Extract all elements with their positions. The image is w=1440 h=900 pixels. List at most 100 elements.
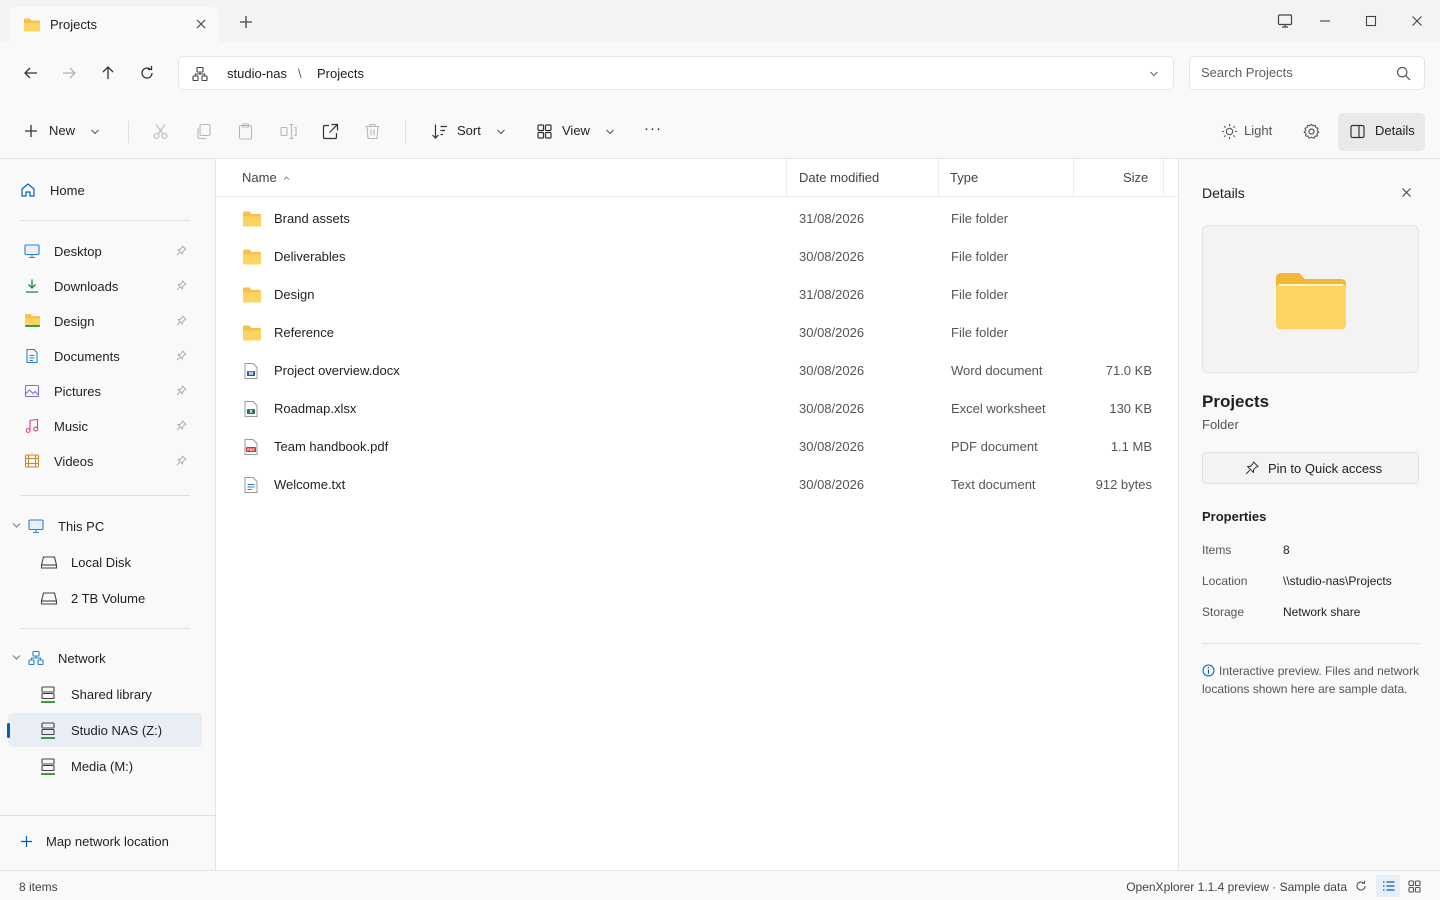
chevron-down-icon[interactable] bbox=[12, 521, 21, 530]
details-view-toggle[interactable] bbox=[1376, 875, 1400, 897]
back-icon[interactable] bbox=[23, 65, 39, 81]
more-options-button[interactable]: ··· bbox=[644, 120, 662, 137]
details-pane-button[interactable]: Details bbox=[1338, 113, 1425, 151]
column-resizer[interactable] bbox=[938, 159, 939, 197]
map-network-location-button[interactable]: Map network location bbox=[8, 824, 202, 858]
sidebar-item-documents[interactable]: Documents bbox=[8, 339, 202, 373]
pin-to-quick-access-button[interactable]: Pin to Quick access bbox=[1202, 452, 1419, 484]
file-row[interactable]: Welcome.txt 30/08/2026 Text document 912… bbox=[226, 466, 1168, 504]
delete-icon[interactable] bbox=[364, 123, 381, 140]
column-resizer[interactable] bbox=[786, 159, 787, 197]
theme-button[interactable]: Light bbox=[1244, 123, 1272, 138]
pin-icon[interactable] bbox=[176, 245, 187, 256]
tab-projects[interactable]: Projects bbox=[9, 7, 219, 42]
column-header-size[interactable]: Size bbox=[1123, 170, 1148, 185]
sidebar-item-2tb-volume[interactable]: 2 TB Volume bbox=[8, 581, 202, 615]
computer-icon bbox=[28, 518, 44, 534]
home-icon bbox=[20, 182, 36, 198]
sidebar-item-downloads[interactable]: Downloads bbox=[8, 269, 202, 303]
up-icon[interactable] bbox=[100, 65, 116, 81]
chevron-down-icon[interactable] bbox=[90, 127, 100, 137]
sidebar-label: This PC bbox=[58, 519, 105, 534]
new-tab-icon[interactable] bbox=[239, 15, 253, 29]
pin-icon[interactable] bbox=[176, 315, 187, 326]
close-icon[interactable] bbox=[1401, 187, 1412, 198]
sidebar-item-media[interactable]: Media (M:) bbox=[8, 749, 202, 783]
view-button[interactable]: View bbox=[562, 123, 590, 138]
sidebar-label: Local Disk bbox=[71, 555, 131, 570]
sort-button[interactable]: Sort bbox=[457, 123, 481, 138]
sidebar-item-network[interactable]: Network bbox=[8, 641, 202, 675]
forward-icon[interactable] bbox=[61, 65, 77, 81]
file-row[interactable]: W Project overview.docx 30/08/2026 Word … bbox=[226, 352, 1168, 390]
file-row[interactable]: Design 31/08/2026 File folder bbox=[226, 276, 1168, 314]
chevron-down-icon[interactable] bbox=[12, 653, 21, 662]
copy-icon[interactable] bbox=[195, 123, 212, 140]
sidebar-item-design[interactable]: Design bbox=[8, 304, 202, 338]
file-row[interactable]: X Roadmap.xlsx 30/08/2026 Excel workshee… bbox=[226, 390, 1168, 428]
close-window-icon[interactable] bbox=[1411, 13, 1423, 29]
view-grid-icon[interactable] bbox=[537, 124, 552, 139]
minimize-icon[interactable] bbox=[1319, 13, 1331, 29]
breadcrumb-projects[interactable]: Projects bbox=[317, 66, 364, 81]
file-row[interactable]: Deliverables 30/08/2026 File folder bbox=[226, 238, 1168, 276]
pin-icon[interactable] bbox=[176, 455, 187, 466]
sidebar-item-videos[interactable]: Videos bbox=[8, 444, 202, 478]
file-row[interactable]: PDF Team handbook.pdf 30/08/2026 PDF doc… bbox=[226, 428, 1168, 466]
documents-icon bbox=[24, 348, 40, 364]
sidebar-item-desktop[interactable]: Desktop bbox=[8, 234, 202, 268]
svg-text:W: W bbox=[249, 371, 254, 377]
sidebar-item-shared-library[interactable]: Shared library bbox=[8, 677, 202, 711]
file-row[interactable]: Reference 30/08/2026 File folder bbox=[226, 314, 1168, 352]
chevron-down-icon[interactable] bbox=[496, 127, 506, 137]
rename-icon[interactable] bbox=[280, 123, 297, 140]
sidebar-item-music[interactable]: Music bbox=[8, 409, 202, 443]
sidebar-label: 2 TB Volume bbox=[71, 591, 146, 606]
file-name: Roadmap.xlsx bbox=[274, 401, 357, 416]
pin-icon[interactable] bbox=[176, 385, 187, 396]
sidebar-item-home[interactable]: Home bbox=[8, 173, 202, 207]
sidebar-item-this-pc[interactable]: This PC bbox=[8, 509, 202, 543]
item-count: 8 items bbox=[19, 880, 58, 894]
sun-icon[interactable] bbox=[1221, 123, 1238, 140]
pin-icon[interactable] bbox=[176, 350, 187, 361]
sidebar-item-local-disk[interactable]: Local Disk bbox=[8, 545, 202, 579]
chevron-down-icon[interactable] bbox=[1149, 69, 1159, 79]
refresh-icon[interactable] bbox=[139, 65, 155, 81]
paste-icon[interactable] bbox=[237, 123, 254, 140]
breadcrumb-studio-nas[interactable]: studio-nas bbox=[227, 66, 287, 81]
tiles-view-icon[interactable] bbox=[1408, 880, 1421, 893]
videos-icon bbox=[24, 453, 40, 469]
file-row[interactable]: Brand assets 31/08/2026 File folder bbox=[226, 200, 1168, 238]
search-icon[interactable] bbox=[1396, 66, 1411, 81]
property-key: Storage bbox=[1202, 605, 1245, 619]
settings-gear-icon[interactable] bbox=[1303, 123, 1320, 140]
sort-icon[interactable] bbox=[431, 123, 448, 140]
pin-icon[interactable] bbox=[176, 280, 187, 291]
sidebar-divider bbox=[20, 220, 190, 221]
search-input[interactable] bbox=[1201, 65, 1391, 80]
close-tab-icon[interactable] bbox=[195, 18, 207, 30]
column-resizer[interactable] bbox=[1073, 159, 1074, 197]
cut-icon[interactable] bbox=[152, 123, 169, 140]
plus-icon[interactable] bbox=[24, 124, 38, 138]
refresh-icon[interactable] bbox=[1355, 880, 1367, 892]
sidebar-label: Studio NAS (Z:) bbox=[71, 723, 163, 738]
column-header-name[interactable]: Name bbox=[242, 170, 277, 185]
column-resizer[interactable] bbox=[1163, 159, 1164, 197]
compact-overlay-icon[interactable] bbox=[1277, 13, 1293, 29]
pin-icon[interactable] bbox=[176, 420, 187, 431]
address-bar[interactable]: studio-nas \ Projects bbox=[178, 56, 1174, 90]
new-button[interactable]: New bbox=[49, 123, 75, 138]
folder-icon bbox=[1275, 272, 1347, 330]
share-icon[interactable] bbox=[322, 123, 339, 140]
sidebar-item-studio-nas[interactable]: Studio NAS (Z:) bbox=[7, 713, 202, 747]
search-box[interactable] bbox=[1189, 56, 1425, 90]
sidebar-item-pictures[interactable]: Pictures bbox=[8, 374, 202, 408]
chevron-down-icon[interactable] bbox=[605, 127, 615, 137]
column-header-date[interactable]: Date modified bbox=[799, 170, 879, 185]
file-list: Name Date modified Type Size Brand asset… bbox=[216, 159, 1178, 870]
column-header-type[interactable]: Type bbox=[950, 170, 978, 185]
maximize-icon[interactable] bbox=[1365, 13, 1377, 29]
folder-icon bbox=[242, 210, 262, 228]
